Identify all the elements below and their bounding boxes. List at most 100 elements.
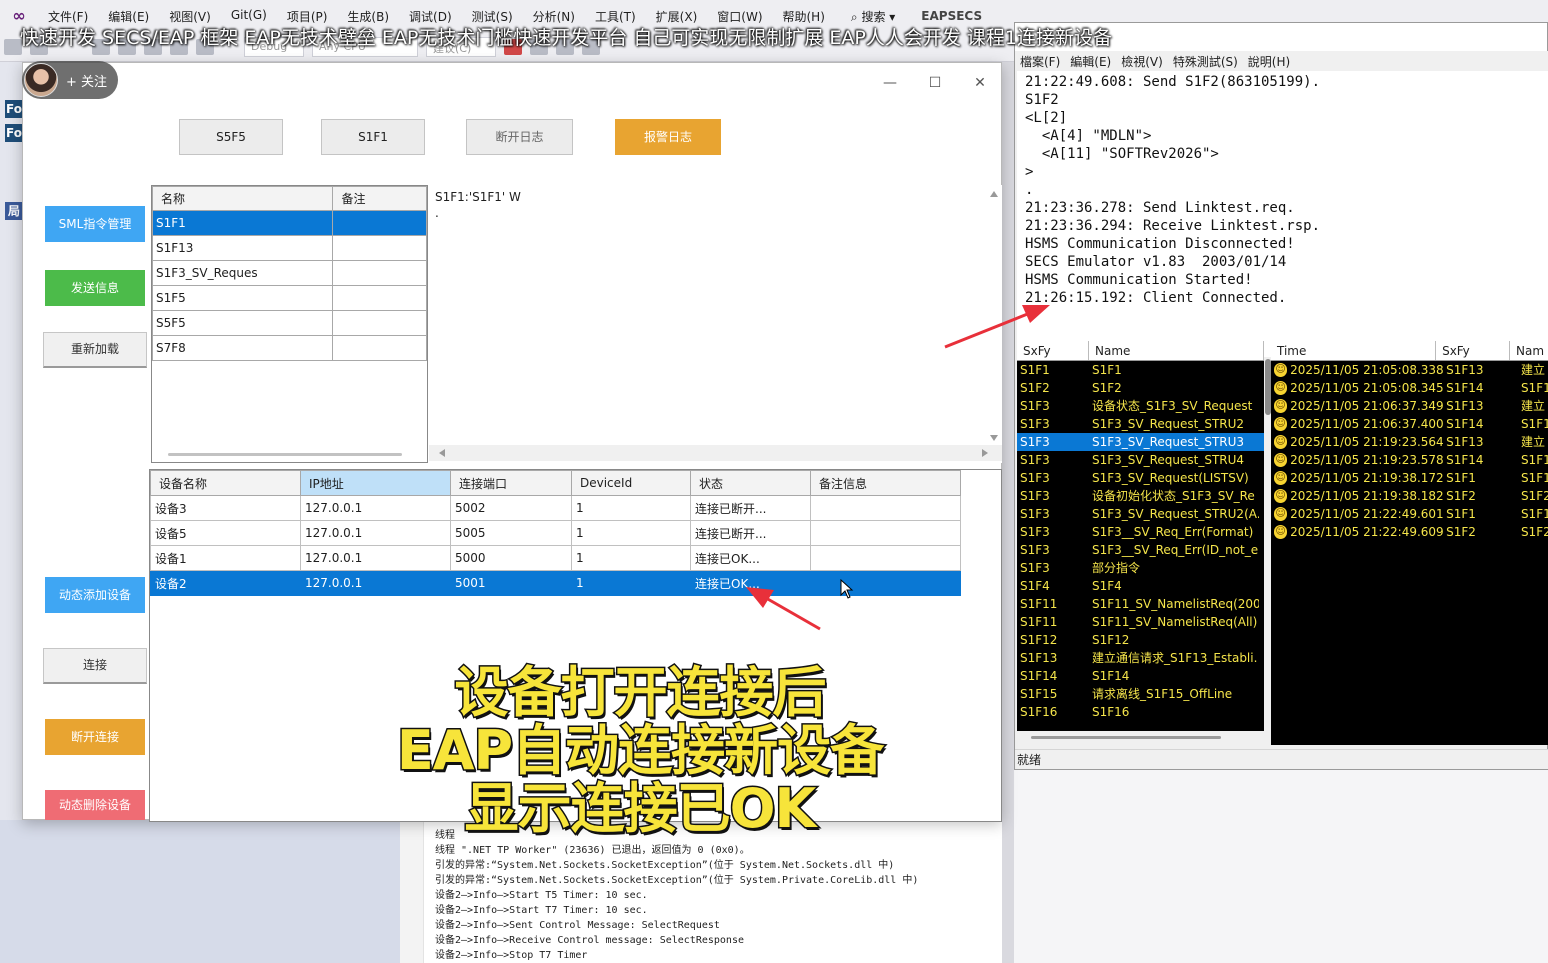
alarm-log-button[interactable]: 报警日志 <box>615 119 721 155</box>
vs-left-tab[interactable]: 局 <box>5 202 23 220</box>
list-item[interactable]: S1F12 S1F12 <box>1017 631 1264 649</box>
column-header-remark[interactable]: 备注信息 <box>810 470 961 496</box>
list-item[interactable]: S1F11 S1F11_SV_NamelistReq(200 <box>1017 595 1264 613</box>
emulator-menubar: 檔案(F) 編輯(E) 檢視(V) 特殊測試(S) 說明(H) <box>1015 51 1548 71</box>
column-header-device-id[interactable]: DeviceId <box>571 470 691 496</box>
list-item[interactable]: S1F1 S1F1 <box>1017 361 1264 379</box>
list-item[interactable]: S1F3 S1F3_SV_Request_STRU2(A. <box>1017 505 1264 523</box>
delete-device-button[interactable]: 动态删除设备 <box>45 790 145 820</box>
table-row[interactable]: 设备1 127.0.0.1 5000 1 连接已OK... <box>150 545 961 571</box>
column-header-time[interactable]: Time <box>1271 341 1437 360</box>
emulator-menu-item[interactable]: 檔案(F) <box>1015 53 1065 70</box>
history-row[interactable]: ☺ 2025/11/05 21:05:08.338 S1F13 建立 <box>1271 361 1548 379</box>
list-item[interactable]: S1F14 S1F14 <box>1017 667 1264 685</box>
vs-menu-item[interactable]: 窗口(W) <box>707 8 772 25</box>
vs-menu-item[interactable]: 生成(B) <box>337 8 399 25</box>
column-header-name[interactable]: Name <box>1089 341 1264 360</box>
table-row[interactable]: 设备5 127.0.0.1 5005 1 连接已断开... <box>150 520 961 546</box>
send-message-button[interactable]: 发送信息 <box>45 270 145 306</box>
disconnect-log-button[interactable]: 断开日志 <box>466 119 573 155</box>
vs-menu-item[interactable]: 编辑(E) <box>98 8 159 25</box>
reload-button[interactable]: 重新加载 <box>43 332 147 368</box>
vs-menu-item[interactable]: 测试(S) <box>462 8 523 25</box>
vs-left-tab[interactable]: Fo <box>5 124 23 142</box>
column-header-sxfy[interactable]: SxFy <box>1017 341 1089 360</box>
emulator-menu-item[interactable]: 編輯(E) <box>1065 53 1116 70</box>
command-grid-hscrollbar[interactable] <box>168 453 402 456</box>
history-row[interactable]: ☺ 2025/11/05 21:22:49.609 S1F2 S1F2 <box>1271 523 1548 541</box>
vs-menu-item[interactable]: 工具(T) <box>585 8 646 25</box>
minimize-icon[interactable]: — <box>875 73 905 93</box>
table-row[interactable]: 设备3 127.0.0.1 5002 1 连接已断开... <box>150 495 961 521</box>
emulator-menu-item[interactable]: 特殊測試(S) <box>1168 53 1243 70</box>
column-header-port[interactable]: 连接端口 <box>450 470 572 496</box>
table-row[interactable]: S1F1 <box>152 210 427 236</box>
list-item[interactable]: S1F3 S1F3__SV_Req_Err(Format) <box>1017 523 1264 541</box>
list-item[interactable]: S1F3 设备状态_S1F3_SV_Request <box>1017 397 1264 415</box>
table-row[interactable]: 设备2 127.0.0.1 5001 1 连接已OK... <box>150 570 961 596</box>
table-row[interactable]: S7F8 <box>152 335 427 361</box>
history-row[interactable]: ☺ 2025/11/05 21:06:37.349 S1F13 建立 <box>1271 397 1548 415</box>
list-item[interactable]: S1F11 S1F11_SV_NamelistReq(All) <box>1017 613 1264 631</box>
list-item[interactable]: S1F3 部分指令 <box>1017 559 1264 577</box>
list-item[interactable]: S1F2 S1F2 <box>1017 379 1264 397</box>
column-header-device-name[interactable]: 设备名称 <box>150 470 301 496</box>
list-item[interactable]: S1F3 设备初始化状态_S1F3_SV_Re <box>1017 487 1264 505</box>
sml-command-grid[interactable]: 名称 备注 S1F1 S1F13 S1F3_SV_Reques S1F5 S5F5 S7F… <box>151 185 428 463</box>
vs-menu-item[interactable]: 文件(F) <box>38 8 98 25</box>
history-row[interactable]: ☺ 2025/11/05 21:06:37.400 S1F14 S1F1 <box>1271 415 1548 433</box>
history-row[interactable]: ☺ 2025/11/05 21:22:49.601 S1F1 S1F1 <box>1271 505 1548 523</box>
history-row[interactable]: ☺ 2025/11/05 21:19:23.578 S1F14 S1F1 <box>1271 451 1548 469</box>
list-item[interactable]: S1F4 S1F4 <box>1017 577 1264 595</box>
s1f1-button[interactable]: S1F1 <box>321 119 425 155</box>
emulator-message-list[interactable]: SxFy Name S1F1 S1F1 S1F2 S1F2 S1F3 设备状态_S1F3_… <box>1017 341 1264 731</box>
vs-menu-item[interactable]: Git(G) <box>221 8 277 25</box>
vs-menu-item[interactable]: 帮助(H) <box>773 8 835 25</box>
disconnect-button[interactable]: 断开连接 <box>45 719 145 755</box>
table-row[interactable]: S5F5 <box>152 310 427 336</box>
table-row[interactable]: S1F3_SV_Reques <box>152 260 427 286</box>
vs-menu-item[interactable]: 视图(V) <box>159 8 221 25</box>
column-header-note[interactable]: 备注 <box>332 186 427 211</box>
list-item[interactable]: S1F13 建立通信请求_S1F13_Establi. <box>1017 649 1264 667</box>
sml-command-manage-button[interactable]: SML指令管理 <box>45 206 145 242</box>
list-item[interactable]: S1F3 S1F3_SV_Request_STRU4 <box>1017 451 1264 469</box>
history-row[interactable]: ☺ 2025/11/05 21:19:23.564 S1F13 建立 <box>1271 433 1548 451</box>
vs-menu-item[interactable]: 调试(D) <box>399 8 462 25</box>
column-header-sxfy[interactable]: SxFy <box>1436 341 1510 360</box>
emulator-log-pane[interactable]: 21:22:49.608: Send S1F2(863105199). S1F2 <… <box>1017 71 1548 357</box>
list-item[interactable]: S1F3 S1F3_SV_Request_STRU3 <box>1017 433 1264 451</box>
history-row[interactable]: ☺ 2025/11/05 21:05:08.345 S1F14 S1F1 <box>1271 379 1548 397</box>
table-row[interactable]: S1F5 <box>152 285 427 311</box>
close-icon[interactable]: ✕ <box>965 73 995 93</box>
history-row[interactable]: ☺ 2025/11/05 21:19:38.172 S1F1 S1F1 <box>1271 469 1548 487</box>
vs-menu-item[interactable]: 分析(N) <box>523 8 585 25</box>
column-header-ip[interactable]: IP地址 <box>300 470 451 496</box>
vs-menu-item[interactable]: 扩展(X) <box>646 8 708 25</box>
column-header-status[interactable]: 状态 <box>690 470 811 496</box>
history-row[interactable]: ☺ 2025/11/05 21:19:38.182 S1F2 S1F2 <box>1271 487 1548 505</box>
list-item[interactable]: S1F3 S1F3_SV_Request_STRU2 <box>1017 415 1264 433</box>
emulator-menu-item[interactable]: 說明(H) <box>1243 53 1295 70</box>
list-item[interactable]: S1F16 S1F16 <box>1017 703 1264 721</box>
add-device-button[interactable]: 动态添加设备 <box>45 577 145 613</box>
list-item[interactable]: S1F3 S1F3__SV_Req_Err(ID_not_e. <box>1017 541 1264 559</box>
list-item[interactable]: S1F15 请求离线_S1F15_OffLine <box>1017 685 1264 703</box>
follow-button[interactable]: + 关注 <box>22 61 118 99</box>
list-item[interactable]: S1F3 S1F3_SV_Request(LISTSV) <box>1017 469 1264 487</box>
column-header-name[interactable]: 名称 <box>152 186 334 211</box>
connect-button[interactable]: 连接 <box>43 648 147 684</box>
sml-vscrollbar[interactable] <box>989 189 999 443</box>
s5f5-button[interactable]: S5F5 <box>179 119 283 155</box>
emulator-history-log[interactable]: Time SxFy Nam ☺ 2025/11/05 21:05:08.338 S1… <box>1271 341 1548 745</box>
vs-menu-item[interactable]: 项目(P) <box>277 8 338 25</box>
emulator-menu-item[interactable]: 檢視(V) <box>1116 53 1168 70</box>
vs-left-tab[interactable]: Fo <box>5 100 23 118</box>
message-list-hscrollbar[interactable] <box>1017 731 1264 745</box>
vs-search-box[interactable]: ⌕ 搜索 ▾ <box>843 8 903 25</box>
maximize-icon[interactable]: ☐ <box>920 73 950 93</box>
column-header-name[interactable]: Nam <box>1510 341 1548 360</box>
sml-text-area[interactable]: S1F1:'S1F1' W. <box>429 185 1002 463</box>
table-row[interactable]: S1F13 <box>152 235 427 261</box>
sml-hscrollbar[interactable] <box>429 445 1002 461</box>
